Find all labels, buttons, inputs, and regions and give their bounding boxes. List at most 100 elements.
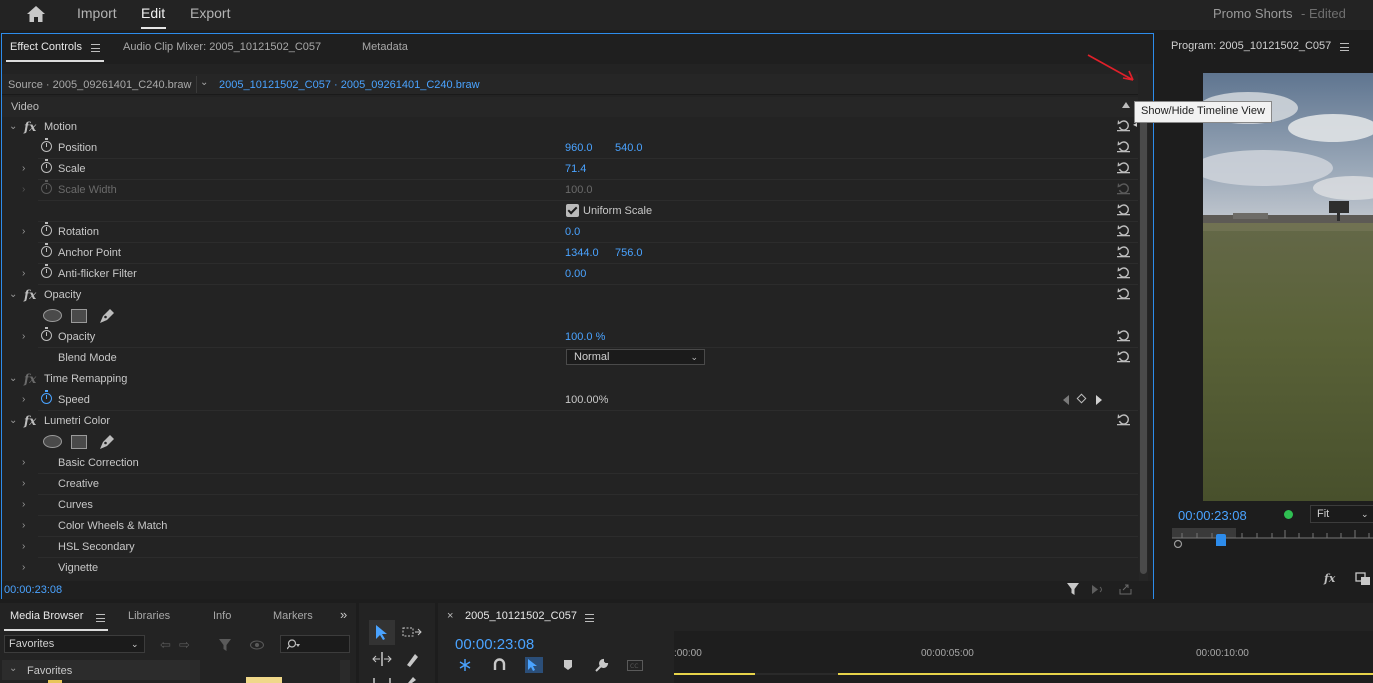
favorites-select[interactable]: Favorites ⌄ bbox=[4, 635, 145, 653]
chevron-down-icon[interactable]: ⌄ bbox=[200, 77, 208, 88]
expand-caret-icon[interactable]: › bbox=[22, 163, 25, 174]
razor-tool-icon[interactable] bbox=[404, 652, 420, 668]
ellipse-mask-icon[interactable] bbox=[43, 309, 62, 322]
reset-icon[interactable] bbox=[1117, 224, 1130, 237]
compare-view-icon[interactable] bbox=[1355, 572, 1371, 586]
blend-mode-select[interactable]: Normal ⌄ bbox=[566, 349, 705, 365]
expand-caret-icon[interactable]: › bbox=[22, 562, 25, 573]
forward-arrow-icon[interactable]: ⇨ bbox=[179, 637, 190, 653]
nest-sequence-icon[interactable] bbox=[457, 658, 473, 672]
expand-caret-icon[interactable]: › bbox=[22, 541, 25, 552]
lumetri-section-curves[interactable]: › Curves bbox=[2, 495, 1138, 516]
reset-icon[interactable] bbox=[1117, 245, 1130, 258]
panel-menu-icon[interactable] bbox=[1340, 43, 1349, 51]
scrollbar-thumb[interactable] bbox=[1140, 104, 1147, 574]
tab-sequence[interactable]: 2005_10121502_C057 bbox=[465, 610, 577, 622]
effect-row-lumetri-color[interactable]: ⌄ fx Lumetri Color bbox=[2, 411, 1138, 432]
filter-icon[interactable] bbox=[1067, 583, 1079, 596]
expand-caret-icon[interactable]: › bbox=[22, 268, 25, 279]
more-tabs-icon[interactable]: » bbox=[340, 607, 347, 622]
reset-icon[interactable] bbox=[1117, 119, 1130, 132]
stopwatch-icon[interactable] bbox=[41, 327, 52, 341]
rectangle-mask-icon[interactable] bbox=[71, 435, 87, 449]
playhead[interactable] bbox=[1216, 534, 1226, 546]
slip-tool-icon[interactable] bbox=[372, 676, 392, 683]
uniform-scale-checkbox[interactable] bbox=[566, 204, 579, 217]
rotation-value[interactable]: 0.0 bbox=[565, 226, 580, 238]
effect-row-time-remapping[interactable]: ⌄ fx Time Remapping bbox=[2, 369, 1138, 390]
home-icon[interactable] bbox=[26, 5, 46, 23]
pen-mask-icon[interactable] bbox=[97, 434, 115, 450]
lumetri-section-hsl-secondary[interactable]: › HSL Secondary bbox=[2, 537, 1138, 558]
add-keyframe-icon[interactable] bbox=[1076, 393, 1087, 404]
timeline-timecode[interactable]: 00:00:23:08 bbox=[455, 636, 534, 653]
selection-tool-icon[interactable] bbox=[375, 624, 389, 641]
speed-value[interactable]: 100.00% bbox=[565, 394, 608, 406]
program-video-frame[interactable] bbox=[1203, 73, 1373, 501]
ripple-edit-tool-icon[interactable] bbox=[372, 652, 392, 666]
tree-scrollbar[interactable] bbox=[190, 660, 200, 683]
scroll-up-icon[interactable] bbox=[1122, 102, 1130, 108]
grid-scrollbar[interactable] bbox=[340, 660, 350, 683]
eye-icon[interactable] bbox=[250, 640, 264, 650]
lumetri-section-color-wheels[interactable]: › Color Wheels & Match bbox=[2, 516, 1138, 537]
reset-icon[interactable] bbox=[1117, 203, 1130, 216]
back-arrow-icon[interactable]: ⇦ bbox=[160, 637, 171, 653]
fx-icon[interactable]: fx bbox=[24, 120, 36, 134]
collapse-caret-icon[interactable]: ⌄ bbox=[9, 415, 17, 426]
expand-caret-icon[interactable]: › bbox=[22, 478, 25, 489]
pen-tool-icon[interactable] bbox=[404, 676, 420, 683]
tab-import[interactable]: Import bbox=[77, 5, 117, 21]
timeline-ruler[interactable]: :00:00 00:00:05:00 00:00:10:00 bbox=[674, 631, 1373, 683]
stopwatch-icon[interactable] bbox=[41, 138, 52, 152]
rectangle-mask-icon[interactable] bbox=[71, 309, 87, 323]
tab-media-browser[interactable]: Media Browser bbox=[10, 610, 83, 622]
add-marker-icon[interactable] bbox=[563, 659, 573, 671]
play-audio-icon[interactable] bbox=[1092, 584, 1106, 595]
panel-menu-icon[interactable] bbox=[96, 614, 105, 622]
tab-edit[interactable]: Edit bbox=[141, 5, 165, 21]
program-time-ruler[interactable] bbox=[1172, 528, 1373, 548]
tab-metadata[interactable]: Metadata bbox=[362, 41, 408, 53]
collapse-caret-icon[interactable]: ⌄ bbox=[9, 289, 17, 300]
effect-row-opacity[interactable]: ⌄ fx Opacity bbox=[2, 285, 1138, 306]
expand-caret-icon[interactable]: › bbox=[22, 520, 25, 531]
expand-caret-icon[interactable]: › bbox=[22, 457, 25, 468]
snap-magnet-icon[interactable] bbox=[493, 658, 506, 671]
lumetri-section-basic-correction[interactable]: › Basic Correction bbox=[2, 453, 1138, 474]
tab-export[interactable]: Export bbox=[190, 5, 230, 21]
stopwatch-icon[interactable] bbox=[41, 159, 52, 173]
fx-icon[interactable]: fx bbox=[1324, 572, 1335, 585]
position-x-value[interactable]: 960.0 bbox=[565, 142, 593, 154]
lumetri-section-creative[interactable]: › Creative bbox=[2, 474, 1138, 495]
vertical-scrollbar[interactable] bbox=[1139, 104, 1148, 582]
fx-icon[interactable]: fx bbox=[24, 288, 36, 302]
folder-icon[interactable] bbox=[246, 677, 282, 683]
tab-effect-controls[interactable]: Effect Controls bbox=[10, 41, 82, 53]
reset-icon[interactable] bbox=[1117, 329, 1130, 342]
tab-info[interactable]: Info bbox=[213, 610, 231, 622]
scale-value[interactable]: 71.4 bbox=[565, 163, 586, 175]
anchor-x-value[interactable]: 1344.0 bbox=[565, 247, 599, 259]
panel-menu-icon[interactable] bbox=[91, 44, 100, 52]
sequence-clip-selector[interactable]: 2005_10121502_C057 · 2005_09261401_C240.… bbox=[219, 79, 480, 91]
ellipse-mask-icon[interactable] bbox=[43, 435, 62, 448]
tab-markers[interactable]: Markers bbox=[273, 610, 313, 622]
collapse-caret-icon[interactable]: ⌄ bbox=[9, 373, 17, 384]
program-timecode[interactable]: 00:00:23:08 bbox=[1178, 508, 1247, 523]
anchor-y-value[interactable]: 756.0 bbox=[615, 247, 643, 259]
captions-icon[interactable]: CC bbox=[627, 660, 643, 671]
fx-icon[interactable]: fx bbox=[24, 414, 36, 428]
export-icon[interactable] bbox=[1119, 584, 1132, 595]
expand-caret-icon[interactable]: › bbox=[22, 331, 25, 342]
stopwatch-icon[interactable] bbox=[41, 243, 52, 257]
collapse-caret-icon[interactable]: ⌄ bbox=[9, 121, 17, 132]
wrench-icon[interactable] bbox=[594, 658, 609, 673]
collapse-caret-icon[interactable]: ⌄ bbox=[9, 663, 17, 674]
reset-icon[interactable] bbox=[1117, 266, 1130, 279]
reset-icon[interactable] bbox=[1117, 350, 1130, 363]
pen-mask-icon[interactable] bbox=[97, 308, 115, 324]
reset-icon[interactable] bbox=[1117, 287, 1130, 300]
next-keyframe-icon[interactable] bbox=[1096, 395, 1102, 405]
expand-caret-icon[interactable]: › bbox=[22, 226, 25, 237]
